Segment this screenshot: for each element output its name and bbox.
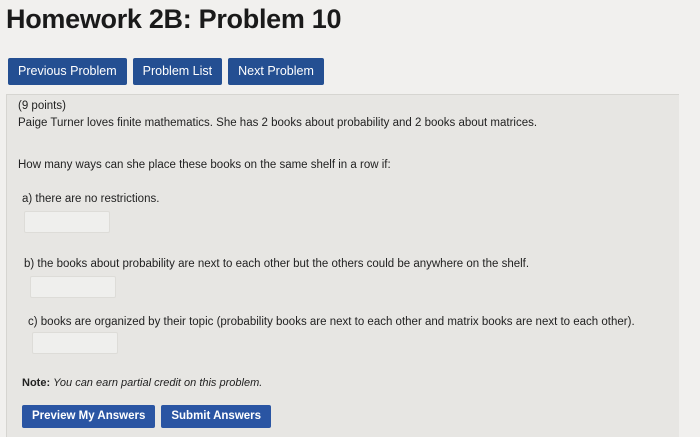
problem-navigation: Previous Problem Problem List Next Probl… <box>8 58 324 85</box>
problem-question: How many ways can she place these books … <box>18 159 391 171</box>
previous-problem-button[interactable]: Previous Problem <box>8 58 127 85</box>
problem-points: (9 points) <box>18 100 66 112</box>
partial-credit-note: Note: You can earn partial credit on thi… <box>22 377 262 389</box>
preview-answers-button[interactable]: Preview My Answers <box>22 405 156 428</box>
part-c-answer-input[interactable] <box>32 332 118 354</box>
part-a-answer-input[interactable] <box>24 211 110 233</box>
answer-actions: Preview My Answers Submit Answers <box>22 405 272 428</box>
note-label: Note: <box>22 377 51 389</box>
part-b-answer-input[interactable] <box>30 276 116 298</box>
note-text: You can earn partial credit on this prob… <box>53 377 263 389</box>
part-a-prompt: a) there are no restrictions. <box>22 193 160 205</box>
part-b-prompt: b) the books about probability are next … <box>24 258 530 270</box>
problem-statement: Paige Turner loves finite mathematics. S… <box>18 117 538 129</box>
submit-answers-button[interactable]: Submit Answers <box>161 405 272 428</box>
part-c-prompt: c) books are organized by their topic (p… <box>28 316 635 328</box>
page-title: Homework 2B: Problem 10 <box>6 4 342 34</box>
next-problem-button[interactable]: Next Problem <box>228 58 324 85</box>
problem-list-button[interactable]: Problem List <box>132 58 223 85</box>
